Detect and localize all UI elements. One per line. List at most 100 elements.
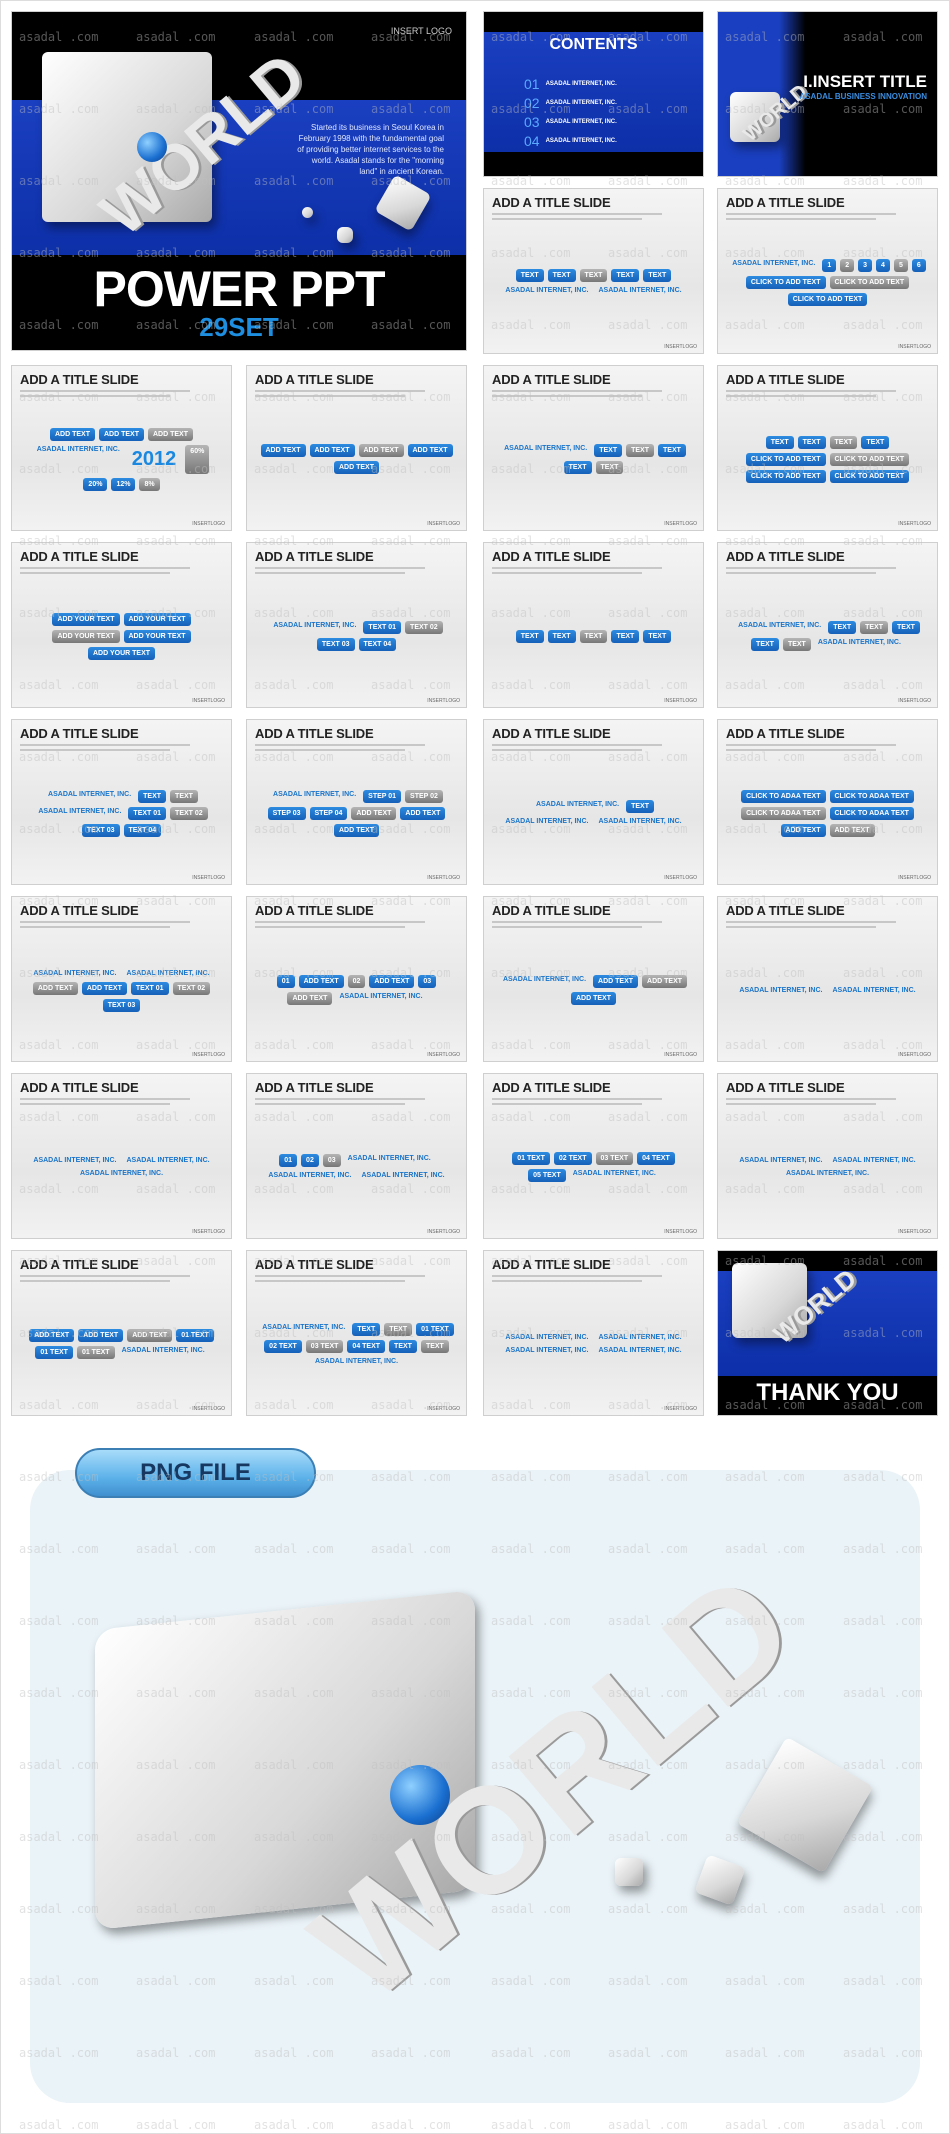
slide-thumbnail[interactable]: ADD A TITLE SLIDE ASADAL INTERNET, INC. TE… xyxy=(483,365,704,531)
insert-logo: INSERTLOGO xyxy=(664,344,697,350)
slide-label: TEXT xyxy=(515,269,544,282)
section-subtitle: ASADAL BUSINESS INNOVATION xyxy=(799,92,927,101)
slide-label: ADD TEXT xyxy=(358,444,404,457)
description-line xyxy=(492,926,642,928)
slide-thumbnail[interactable]: ADD A TITLE SLIDE TEXT TEXT TEXT TEXT TEXT INS… xyxy=(483,542,704,708)
contents-item[interactable]: 04 ASADAL INTERNET, INC. xyxy=(524,131,683,150)
slide-label: 2012 xyxy=(131,447,177,470)
slide-label: TEXT xyxy=(658,444,686,457)
slide-content: ASADAL INTERNET, INC. ASADAL INTERNET, IN… xyxy=(726,933,929,1047)
contents-number: 04 xyxy=(524,132,540,149)
slide-thumbnail[interactable]: ADD A TITLE SLIDE ADD TEXT ADD TEXT ADD TEX… xyxy=(11,1250,232,1416)
slide-label: 03 xyxy=(322,1154,341,1167)
slide-thumbnail[interactable]: ADD A TITLE SLIDE 01 02 03 ASADAL INTERNET, … xyxy=(246,1073,467,1239)
slide-label: ASADAL INTERNET, INC. xyxy=(126,1157,210,1164)
thank-you-slide: WORLD THANK YOU xyxy=(717,1250,938,1416)
slide-label: 02 xyxy=(301,1154,319,1167)
slide-label: ADD YOUR TEXT xyxy=(87,646,156,660)
slide-label: ADD TEXT xyxy=(127,1329,173,1342)
description-line xyxy=(255,572,405,574)
slide-title: ADD A TITLE SLIDE xyxy=(726,1080,845,1095)
insert-logo: INSERT LOGO xyxy=(390,26,452,36)
slide-thumbnail[interactable]: ADD A TITLE SLIDE ASADAL INTERNET, INC. TE… xyxy=(483,719,704,885)
slide-label: TEXT xyxy=(626,444,654,457)
cover-slide: INSERT LOGO WORLD Started its business i… xyxy=(11,11,467,351)
description-line xyxy=(20,1103,170,1105)
slide-thumbnail[interactable]: ADD A TITLE SLIDE ADD YOUR TEXT ADD YOUR T… xyxy=(11,542,232,708)
slide-label: TEXT 03 xyxy=(102,998,141,1012)
description-line xyxy=(492,213,662,215)
slide-label: TEXT xyxy=(547,269,576,282)
slide-label: 03 xyxy=(418,975,437,988)
slide-label: 01 xyxy=(279,1154,298,1167)
slide-content: ASADAL INTERNET, INC. ADD TEXT ADD TEXT ADD… xyxy=(492,933,695,1047)
cover-title: POWER PPT xyxy=(93,261,385,317)
slide-content: ADD TEXT ADD TEXT ADD TEXT ADD TEXT ADD TEXT xyxy=(255,402,458,516)
slide-label: ASADAL INTERNET, INC. xyxy=(79,1170,164,1177)
slide-thumbnail[interactable]: ADD A TITLE SLIDE ASADAL INTERNET, INC. AS… xyxy=(483,1250,704,1416)
slide-label: ADD TEXT xyxy=(148,427,193,441)
slide-label: ADD TEXT xyxy=(407,444,453,457)
slide-thumbnail[interactable]: ADD A TITLE SLIDE 01 ADD TEXT 02 ADD TEXT 03 A… xyxy=(246,896,467,1062)
slide-label: 6 xyxy=(911,258,926,272)
slide-thumbnail[interactable]: ADD A TITLE SLIDE ADD TEXT ADD TEXT ADD TEX… xyxy=(246,365,467,531)
slide-label: ASADAL INTERNET, INC. xyxy=(262,1323,346,1331)
slide-thumbnail[interactable]: ADD A TITLE SLIDE 01 TEXT 02 TEXT 03 TEXT 04… xyxy=(483,1073,704,1239)
slide-thumbnail[interactable]: ADD A TITLE SLIDE ASADAL INTERNET, INC. 1 2… xyxy=(717,188,938,354)
slide-label: CLICK TO ADD TEXT xyxy=(745,452,826,466)
slide-thumbnail[interactable]: ADD A TITLE SLIDE ASADAL INTERNET, INC. AS… xyxy=(11,1073,232,1239)
slide-label: 01 TEXT xyxy=(416,1322,454,1336)
slide-thumbnail[interactable]: ADD A TITLE SLIDE ADD TEXT ADD TEXT ADD TEX… xyxy=(11,365,232,531)
slide-label: TEXT xyxy=(892,621,920,634)
slide-label: TEXT 02 xyxy=(170,806,208,820)
slide-thumbnail[interactable]: ADD A TITLE SLIDE ASADAL INTERNET, INC. ST… xyxy=(246,719,467,885)
slide-thumbnail[interactable]: ADD A TITLE SLIDE ASADAL INTERNET, INC. TE… xyxy=(246,1250,467,1416)
description-line xyxy=(20,567,190,569)
slide-title: ADD A TITLE SLIDE xyxy=(255,549,374,564)
slide-thumbnail[interactable]: ADD A TITLE SLIDE ASADAL INTERNET, INC. TE… xyxy=(717,542,938,708)
slide-label: ASADAL INTERNET, INC. xyxy=(505,818,589,825)
section-title-slide: WORLD I.INSERT TITLE ASADAL BUSINESS INN… xyxy=(717,11,938,177)
slide-label: TEXT xyxy=(643,269,672,282)
description-line xyxy=(492,218,642,220)
description-line xyxy=(726,567,896,569)
slide-content: ASADAL INTERNET, INC. ASADAL INTERNET, IN… xyxy=(20,933,223,1047)
slide-thumbnail[interactable]: ADD A TITLE SLIDE ASADAL INTERNET, INC. AS… xyxy=(717,1073,938,1239)
slide-content: ASADAL INTERNET, INC. TEXT TEXT 01 TEXT 02 T… xyxy=(255,1287,458,1401)
slide-thumbnail[interactable]: ADD A TITLE SLIDE ASADAL INTERNET, INC. AD… xyxy=(483,896,704,1062)
contents-item[interactable]: 02 ASADAL INTERNET, INC. xyxy=(524,93,683,112)
description-line xyxy=(255,749,405,751)
slide-label: ASADAL INTERNET, INC. xyxy=(126,969,210,977)
slide-label: CLICK TO ADD TEXT xyxy=(829,452,910,466)
insert-logo: INSERTLOGO xyxy=(898,698,931,704)
slide-label: ADD TEXT xyxy=(334,823,379,837)
slide-label: TEXT xyxy=(626,800,654,813)
slide-label: TEXT xyxy=(138,789,167,803)
slide-label: TEXT xyxy=(384,1322,413,1336)
slide-label: 04 TEXT xyxy=(637,1152,675,1165)
slide-label: ASADAL INTERNET, INC. xyxy=(339,993,423,1000)
slide-label: ADD YOUR TEXT xyxy=(123,612,191,626)
slide-title: ADD A TITLE SLIDE xyxy=(726,549,845,564)
slide-thumbnail[interactable]: ADD A TITLE SLIDE TEXT TEXT TEXT TEXT TEXT ASA… xyxy=(483,188,704,354)
slide-thumbnail[interactable]: ADD A TITLE SLIDE ASADAL INTERNET, INC. TE… xyxy=(11,719,232,885)
slide-thumbnail[interactable]: ADD A TITLE SLIDE ASADAL INTERNET, INC. AS… xyxy=(11,896,232,1062)
slide-label: TEXT xyxy=(579,269,608,282)
contents-item[interactable]: 03 ASADAL INTERNET, INC. xyxy=(524,112,683,131)
contents-item[interactable]: 01 ASADAL INTERNET, INC. xyxy=(524,74,683,93)
slide-label: CLICK TO ADAA TEXT xyxy=(829,789,914,803)
globe-icon xyxy=(390,1765,450,1825)
slide-label: TEXT xyxy=(352,1322,381,1336)
slide-label: ASADAL INTERNET, INC. xyxy=(832,986,916,994)
slide-label: STEP 03 xyxy=(267,806,306,820)
slide-thumbnail[interactable]: ADD A TITLE SLIDE CLICK TO ADAA TEXT CLICK… xyxy=(717,719,938,885)
slide-label: ADD TEXT xyxy=(642,975,688,988)
insert-logo: INSERTLOGO xyxy=(664,521,697,527)
slide-thumbnail[interactable]: ADD A TITLE SLIDE ASADAL INTERNET, INC. AS… xyxy=(717,896,938,1062)
cover-body-text: Started its business in Seoul Korea in F… xyxy=(297,123,444,176)
slide-title: ADD A TITLE SLIDE xyxy=(255,726,374,741)
slide-thumbnail[interactable]: ADD A TITLE SLIDE ASADAL INTERNET, INC. TE… xyxy=(246,542,467,708)
slide-thumbnail[interactable]: ADD A TITLE SLIDE TEXT TEXT TEXT TEXT CLICK T… xyxy=(717,365,938,531)
slide-label: CLICK TO ADD TEXT xyxy=(829,275,910,289)
slide-label: 02 TEXT xyxy=(264,1339,302,1353)
